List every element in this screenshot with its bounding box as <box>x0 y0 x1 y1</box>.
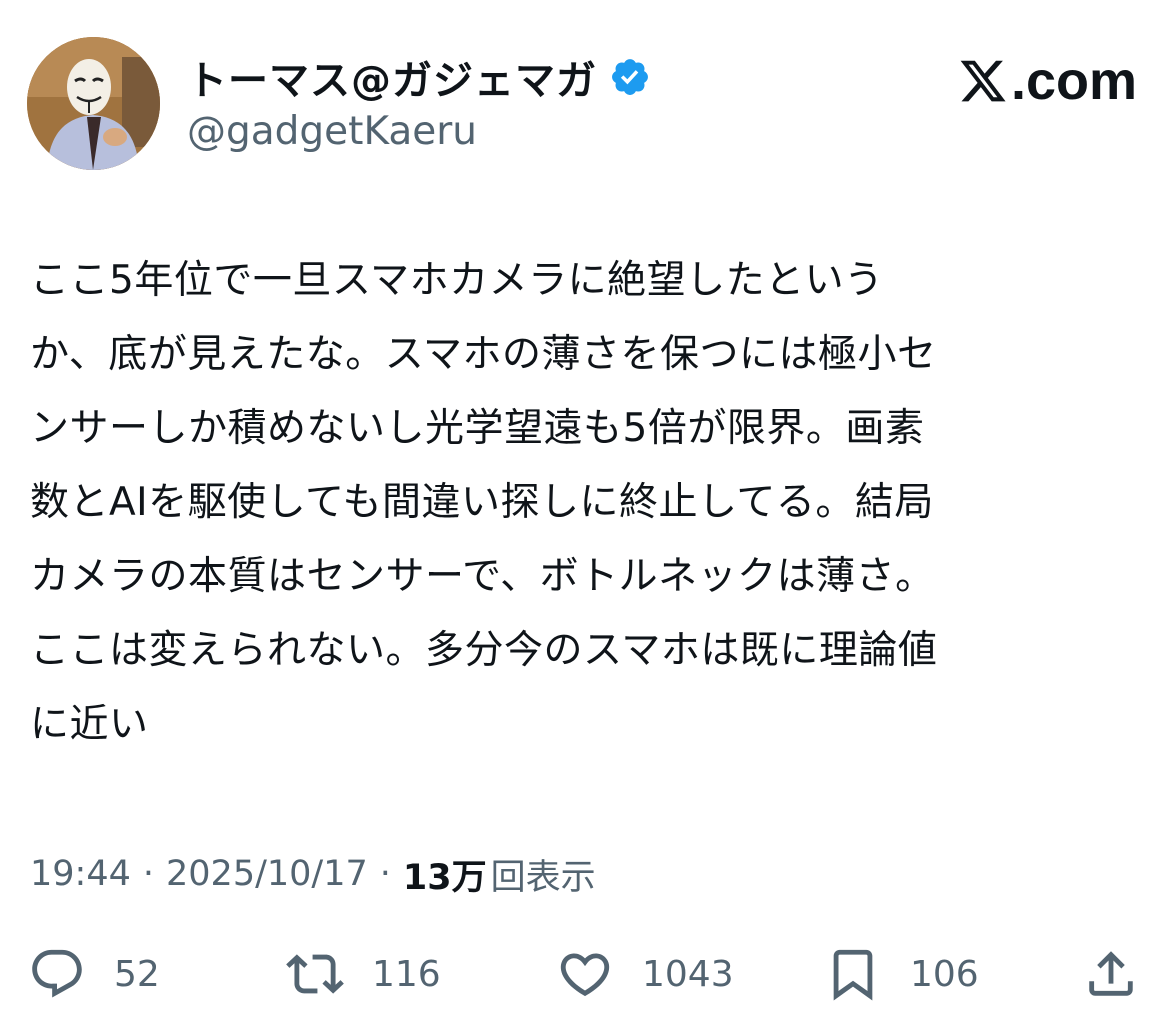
share-button[interactable] <box>1082 940 1140 1008</box>
tweet-date[interactable]: 2025/10/17 <box>166 854 368 894</box>
views-count: 13万 <box>402 857 487 898</box>
verified-badge-icon <box>612 59 648 95</box>
repost-count: 116 <box>372 953 441 995</box>
like-button[interactable]: 1043 <box>556 940 734 1008</box>
repost-button[interactable]: 116 <box>286 940 441 1008</box>
reply-icon <box>32 949 82 998</box>
author-handle[interactable]: @gadgetKaeru <box>187 109 477 154</box>
x-com-label: .com <box>1010 51 1137 111</box>
x-logo-icon <box>960 60 1006 102</box>
reply-button[interactable]: 52 <box>28 940 160 1008</box>
views-label: 回表示 <box>490 857 596 898</box>
author-name-row: トーマス@ガジェマガ <box>187 48 651 106</box>
repost-icon <box>286 954 344 994</box>
tweet-time[interactable]: 19:44 <box>30 854 131 894</box>
avatar-photo-icon <box>27 37 160 170</box>
bookmark-button[interactable]: 106 <box>824 940 979 1008</box>
reply-count: 52 <box>114 953 160 995</box>
bookmark-icon <box>833 949 873 1001</box>
x-com-watermark: .com <box>957 45 1137 117</box>
avatar[interactable] <box>27 37 160 170</box>
tweet-header: トーマス@ガジェマガ @gadgetKaeru .com <box>27 37 1137 172</box>
like-count: 1043 <box>642 953 734 995</box>
tweet-text: ここ5年位で一旦スマホカメラに絶望したという か、底が見えたな。スマホの薄さを保… <box>30 258 938 747</box>
meta-separator: · <box>379 854 391 894</box>
heart-icon <box>560 953 610 997</box>
tweet-meta: 19:44 · 2025/10/17 · 13万 回表示 <box>30 848 596 900</box>
meta-separator: · <box>142 854 155 894</box>
tweet-actions: 52 116 1043 106 <box>28 940 1140 1008</box>
share-icon <box>1089 951 1133 996</box>
bookmark-count: 106 <box>910 953 979 995</box>
display-name[interactable]: トーマス@ガジェマガ <box>187 48 597 106</box>
